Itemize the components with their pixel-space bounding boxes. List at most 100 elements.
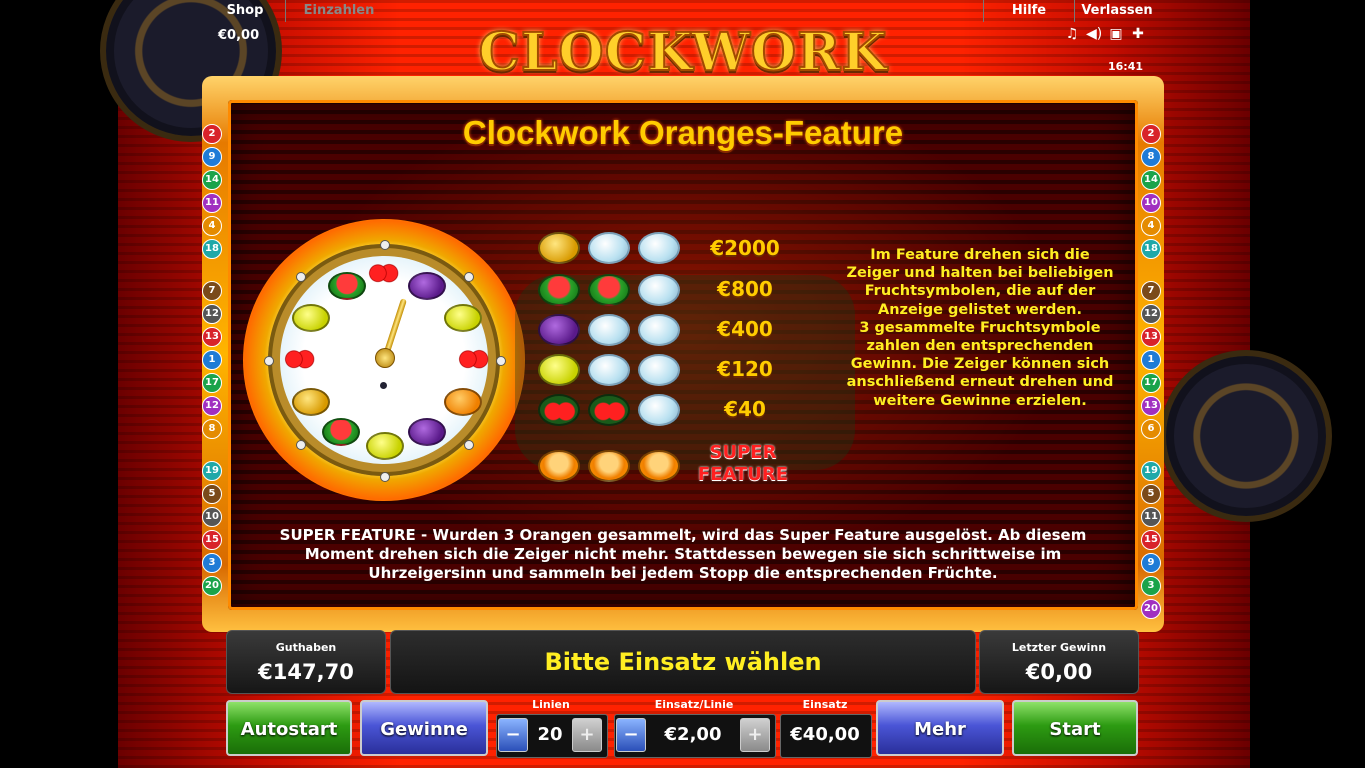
text-line: Gewinn. Die Zeiger können sich: [850, 356, 1110, 373]
total-bet-label: Einsatz: [802, 698, 848, 711]
line-number-badge[interactable]: 14: [1141, 170, 1161, 190]
line-number-badge[interactable]: 18: [202, 239, 222, 259]
balance-box: Guthaben €147,70: [226, 630, 386, 694]
line-number-badge[interactable]: 17: [1141, 373, 1161, 393]
clock-center-dot: [380, 382, 387, 389]
text-line: Fruchtsymbolen, die auf der: [864, 283, 1096, 300]
bet-per-line-value: €2,00: [664, 724, 722, 745]
line-number-badge[interactable]: 12: [202, 396, 222, 416]
line-number-badge[interactable]: 8: [1141, 147, 1161, 167]
text-line: 3 gesammelte Fruchtsymbole: [859, 319, 1101, 336]
grape-icon: [292, 388, 330, 416]
line-number-badge[interactable]: 2: [1141, 124, 1161, 144]
lines-plus-button[interactable]: +: [572, 718, 602, 752]
settings-icon[interactable]: ▣: [1108, 26, 1124, 42]
game-screen: Shop Einzahlen €0,00 Hilfe Verlassen ♫ ◀…: [0, 0, 1365, 768]
bet-plus-button[interactable]: +: [740, 718, 770, 752]
last-win-value: €0,00: [1025, 660, 1093, 684]
line-number-badge[interactable]: 9: [202, 147, 222, 167]
lemon-ghost-icon: [638, 354, 680, 386]
super-feature-description: SUPER FEATURE - Wurden 3 Orangen gesamme…: [246, 526, 1120, 583]
melon-ghost-icon: [638, 274, 680, 306]
text-line: zahlen den entsprechenden: [866, 338, 1094, 355]
line-number-badge[interactable]: 13: [1141, 396, 1161, 416]
line-number-badge[interactable]: 11: [1141, 507, 1161, 527]
line-number-badge[interactable]: 8: [202, 419, 222, 439]
line-number-badge[interactable]: 15: [202, 530, 222, 550]
text-line: Zeiger und halten bei beliebigen: [846, 265, 1114, 282]
lemon-icon: [444, 304, 482, 332]
text-line: weitere Gewinne erzielen.: [873, 392, 1087, 409]
line-number-badge[interactable]: 15: [1141, 530, 1161, 550]
balance-label: Guthaben: [275, 641, 337, 654]
line-number-badge[interactable]: 1: [202, 350, 222, 370]
line-number-badge[interactable]: 14: [202, 170, 222, 190]
line-number-badge[interactable]: 1: [1141, 350, 1161, 370]
clock-hub: [375, 348, 395, 368]
fullscreen-icon[interactable]: ✚: [1130, 26, 1146, 42]
line-number-badge[interactable]: 4: [1141, 216, 1161, 236]
super-label-line: SUPER: [709, 442, 777, 463]
lines-minus-button[interactable]: −: [498, 718, 528, 752]
lemon-icon: [366, 432, 404, 460]
orange-icon: [638, 450, 680, 482]
line-number-badge[interactable]: 3: [1141, 576, 1161, 596]
line-number-badge[interactable]: 18: [1141, 239, 1161, 259]
paytable-row: [538, 274, 680, 306]
line-number-badge[interactable]: 10: [202, 507, 222, 527]
line-number-badge[interactable]: 13: [1141, 327, 1161, 347]
feature-description: Im Feature drehen sich die Zeiger und hal…: [832, 246, 1128, 410]
line-number-badge[interactable]: 5: [1141, 484, 1161, 504]
grape-icon: [538, 232, 580, 264]
line-number-badge[interactable]: 20: [202, 576, 222, 596]
music-note-icon[interactable]: ♫: [1064, 26, 1080, 42]
melon-icon: [322, 418, 360, 446]
autostart-button[interactable]: Autostart: [226, 700, 352, 756]
line-number-badge[interactable]: 3: [202, 553, 222, 573]
melon-icon: [588, 274, 630, 306]
bet-minus-button[interactable]: −: [616, 718, 646, 752]
orange-icon: [588, 450, 630, 482]
gewinne-button[interactable]: Gewinne: [360, 700, 488, 756]
top-icons: ♫ ◀) ▣ ✚: [1064, 26, 1146, 42]
line-number-badge[interactable]: 13: [202, 327, 222, 347]
line-number-badge[interactable]: 19: [202, 461, 222, 481]
line-numbers-left: 2 9 14 11 4 18 7 12 13 1 17 12 8 19 5 10 15 3 20: [202, 124, 222, 596]
screw-icon: [496, 356, 506, 366]
line-number-badge[interactable]: 10: [1141, 193, 1161, 213]
top-balance: €0,00: [218, 28, 260, 43]
line-number-badge[interactable]: 11: [202, 193, 222, 213]
cherry-icon: [366, 260, 400, 284]
line-number-badge[interactable]: 2: [202, 124, 222, 144]
status-message: Bitte Einsatz wählen: [390, 630, 976, 694]
cherry-icon: [456, 346, 490, 370]
last-win-label: Letzter Gewinn: [1011, 641, 1107, 654]
lines-value: 20: [537, 724, 563, 745]
line-number-badge[interactable]: 17: [202, 373, 222, 393]
prize-value: €120: [717, 357, 773, 381]
exit-button[interactable]: Verlassen: [1074, 0, 1160, 22]
line-number-badge[interactable]: 5: [202, 484, 222, 504]
line-number-badge[interactable]: 20: [1141, 599, 1161, 619]
line-number-badge[interactable]: 9: [1141, 553, 1161, 573]
speaker-icon[interactable]: ◀): [1086, 26, 1102, 42]
text-line: Moment drehen sich die Zeiger nicht mehr…: [304, 545, 1062, 563]
orange-icon: [538, 450, 580, 482]
line-number-badge[interactable]: 7: [202, 281, 222, 301]
line-number-badge[interactable]: 7: [1141, 281, 1161, 301]
line-number-badge[interactable]: 12: [202, 304, 222, 324]
shop-button[interactable]: Shop: [205, 0, 286, 22]
melon-icon: [328, 272, 366, 300]
text-line: Uhrzeigersinn und sammeln bei jedem Stop…: [368, 564, 998, 582]
line-number-badge[interactable]: 19: [1141, 461, 1161, 481]
paytable-row: [538, 394, 680, 426]
text-line: SUPER FEATURE - Wurden 3 Orangen gesamme…: [279, 526, 1087, 544]
line-number-badge[interactable]: 12: [1141, 304, 1161, 324]
plum-icon: [408, 272, 446, 300]
more-button[interactable]: Mehr: [876, 700, 1004, 756]
line-number-badge[interactable]: 4: [202, 216, 222, 236]
line-number-badge[interactable]: 6: [1141, 419, 1161, 439]
start-button[interactable]: Start: [1012, 700, 1138, 756]
